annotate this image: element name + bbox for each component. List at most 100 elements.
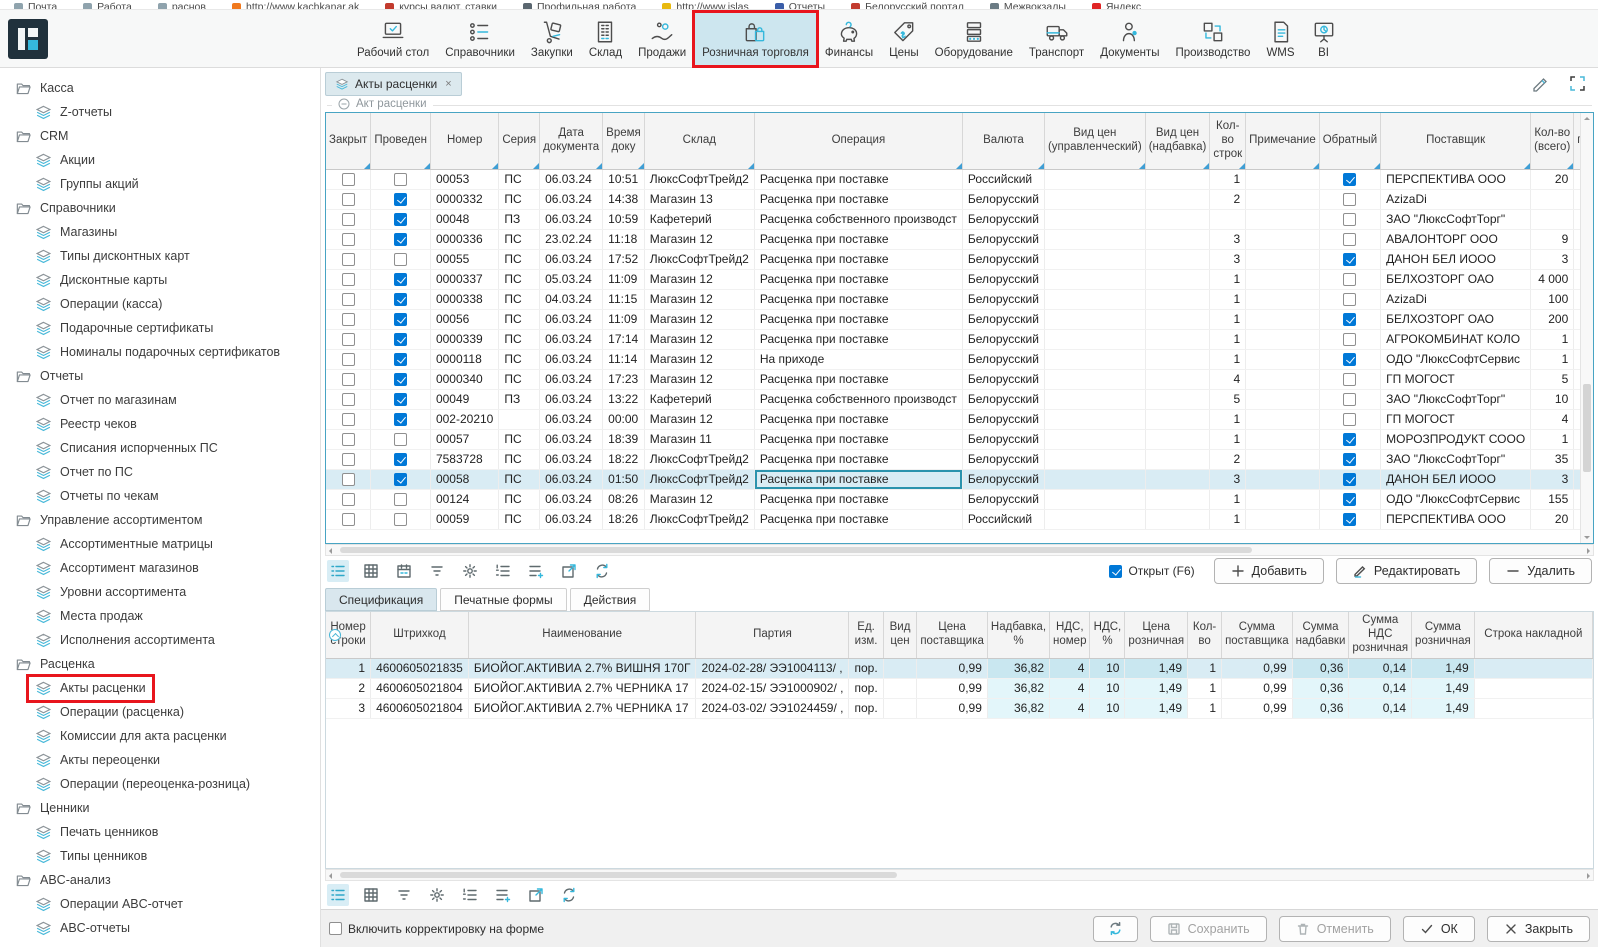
cell-currency[interactable]: Белорусский [962,409,1044,429]
row-checkbox[interactable] [394,173,407,186]
row-checkbox[interactable] [342,313,355,326]
cell-doc-time[interactable]: 10:51 [603,169,645,189]
cell-unit[interactable]: пор. [849,698,883,718]
cell-invoice-line[interactable] [1474,658,1592,678]
column-header-vat-retail-sum[interactable]: Сумма НДС розничная [1349,612,1412,658]
tree-item[interactable]: Типы дисконтных карт [0,244,320,268]
cell-price-type-mgmt[interactable] [1044,269,1145,289]
cell-doc-time[interactable]: 18:22 [603,449,645,469]
cell-closed[interactable] [326,229,371,249]
cell-reverse[interactable] [1319,509,1380,529]
cell-closed[interactable] [326,269,371,289]
module-warehouse[interactable]: Склад [582,13,629,65]
cell-operation[interactable]: Расценка при поставке [754,369,962,389]
cell-closed[interactable] [326,389,371,409]
cell-markup-pct[interactable]: 36,82 [987,678,1049,698]
cell-supplier[interactable]: AzizaDi [1381,289,1531,309]
cell-price-type-markup[interactable] [1145,369,1210,389]
bookmark-item[interactable]: Белорусский портал [851,1,964,10]
cell-doc-date[interactable]: 06.03.24 [540,449,603,469]
checkbox[interactable] [329,922,342,935]
scroll-left-arrow[interactable] [329,548,332,554]
cell-warehouse[interactable]: Кафетерий [644,209,754,229]
cell-qty[interactable]: 1 [1188,658,1222,678]
cell-currency[interactable]: Белорусский [962,429,1044,449]
tree-item[interactable]: Списания испорченных ПС [0,436,320,460]
module-equipment[interactable]: Оборудование [928,13,1020,65]
table-row[interactable]: 24600605021804БИОЙОГ.АКТИВИА 2.7% ЧЕРНИК… [326,678,1593,698]
tree-item[interactable]: Группы акций [0,172,320,196]
cell-currency[interactable]: Белорусский [962,269,1044,289]
row-checkbox[interactable] [342,433,355,446]
cell-line-count[interactable] [1210,209,1246,229]
tree-item[interactable]: Операции (переоценка-розница) [0,772,320,796]
row-checkbox[interactable] [1343,173,1356,186]
column-header-series[interactable]: Серия [499,113,540,169]
refresh-button[interactable] [1093,916,1138,942]
cell-supplier[interactable]: ЗАО "ЛюксСофтТорг" [1381,449,1531,469]
row-checkbox[interactable] [342,173,355,186]
module-finance[interactable]: Финансы [818,13,880,65]
cell-price-type-markup[interactable] [1145,309,1210,329]
column-header-doc-time[interactable]: Время доку [603,113,645,169]
row-checkbox[interactable] [342,473,355,486]
table-row[interactable]: 00056ПС06.03.2411:09Магазин 12Расценка п… [326,309,1593,329]
row-checkbox[interactable] [342,513,355,526]
grid-view-button[interactable] [360,884,382,906]
cell-series[interactable]: ПЗ [499,389,540,409]
tree-item[interactable]: Отчет по магазинам [0,388,320,412]
cell-line-no[interactable]: 3 [326,698,371,718]
cell-qty-total[interactable]: 20 [1531,509,1574,529]
row-checkbox[interactable] [342,293,355,306]
cell-number[interactable]: 00055 [430,249,498,269]
cell-qty-total[interactable]: 5 [1531,369,1574,389]
bookmark-item[interactable]: Почта [14,1,57,10]
cell-barcode[interactable]: 4600605021804 [371,678,469,698]
edit-button[interactable]: Редактировать [1336,558,1477,584]
cell-price-type[interactable] [883,658,917,678]
enable-adjustment-checkbox[interactable]: Включить корректировку на форме [329,922,544,936]
tab-print-forms[interactable]: Печатные формы [440,588,566,611]
cell-qty-total[interactable]: 155 [1531,489,1574,509]
row-checkbox[interactable] [1343,393,1356,406]
cell-price-type-mgmt[interactable] [1044,209,1145,229]
column-header-price-type[interactable]: Вид цен [883,612,917,658]
column-header-price-type-markup[interactable]: Вид цен (надбавка) [1145,113,1210,169]
cell-price-type-mgmt[interactable] [1044,389,1145,409]
cell-line-count[interactable]: 1 [1210,329,1246,349]
cell-line-count[interactable]: 5 [1210,389,1246,409]
cell-note[interactable] [1246,469,1320,489]
cell-posted[interactable] [371,469,431,489]
column-header-operation[interactable]: Операция [754,113,962,169]
cell-doc-date[interactable]: 06.03.24 [540,189,603,209]
cell-closed[interactable] [326,209,371,229]
cell-note[interactable] [1246,329,1320,349]
cell-doc-date[interactable]: 04.03.24 [540,289,603,309]
cell-closed[interactable] [326,309,371,329]
column-header-line-no[interactable]: Номер строки [326,612,371,658]
row-checkbox[interactable] [342,453,355,466]
cell-series[interactable]: ПС [499,309,540,329]
cell-line-count[interactable]: 1 [1210,429,1246,449]
cell-warehouse[interactable]: Магазин 13 [644,189,754,209]
checkbox[interactable] [1109,565,1122,578]
cell-note[interactable] [1246,309,1320,329]
cell-price-type-markup[interactable] [1145,509,1210,529]
cell-warehouse[interactable]: Магазин 12 [644,289,754,309]
tree-item[interactable]: Ассортиментные матрицы [0,532,320,556]
row-checkbox[interactable] [394,253,407,266]
cell-posted[interactable] [371,409,431,429]
cell-doc-time[interactable]: 11:09 [603,309,645,329]
cell-supplier[interactable]: ДАНОН БЕЛ ИООО [1381,249,1531,269]
tree-folder[interactable]: Ценники [0,796,320,820]
tree-item[interactable]: Типы ценников [0,844,320,868]
cell-currency[interactable]: Белорусский [962,329,1044,349]
cell-number[interactable]: 7583728 [430,449,498,469]
cell-line-count[interactable]: 2 [1210,189,1246,209]
cell-supplier[interactable]: ГП МОГОСТ [1381,409,1531,429]
cell-vat-no[interactable]: 4 [1050,678,1090,698]
cell-number[interactable]: 00053 [430,169,498,189]
cell-line-count[interactable]: 1 [1210,489,1246,509]
column-header-retail-sum[interactable]: Сумма розничная [1412,612,1475,658]
cell-operation[interactable]: Расценка при поставке [754,429,962,449]
